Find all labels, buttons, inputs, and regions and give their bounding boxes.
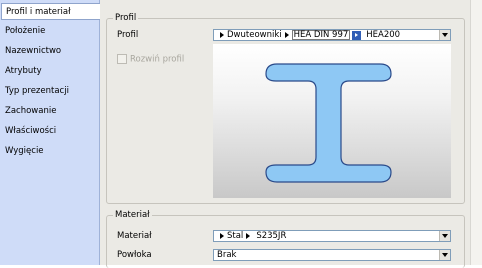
vertical-scrollbar[interactable]: [470, 0, 482, 265]
sidebar-item-label: Nazewnictwo: [5, 46, 62, 56]
sidebar-item-atrybuty[interactable]: Atrybuty: [1, 63, 98, 80]
chevron-right-icon: [246, 233, 251, 239]
checkbox-icon[interactable]: [117, 54, 127, 64]
expand-profile-checkbox[interactable]: Rozwiń profil: [117, 54, 184, 65]
i-beam-icon: [265, 63, 392, 183]
profil-group-legend: Profil: [113, 13, 139, 23]
profil-select[interactable]: Dwuteowniki HEA DIN 997 HEA200: [213, 29, 451, 41]
sidebar-item-label: Atrybuty: [5, 66, 42, 76]
material-crumb-category[interactable]: Stal: [227, 231, 243, 241]
chevron-right-selected-icon[interactable]: [352, 30, 362, 40]
profil-crumb-family[interactable]: HEA DIN 997: [291, 30, 351, 40]
properties-panel: Profil Profil Dwuteowniki HEA DIN 997 HEA2…: [100, 0, 470, 268]
profile-preview: [213, 44, 451, 198]
sidebar: Profil i materiał Położenie Nazewnictwo …: [0, 0, 100, 265]
material-group-legend: Materiał: [113, 210, 152, 220]
sidebar-item-zachowanie[interactable]: Zachowanie: [1, 103, 98, 120]
profil-breadcrumb: Dwuteowniki HEA DIN 997 HEA200: [217, 30, 400, 41]
sidebar-item-label: Zachowanie: [5, 106, 57, 116]
sidebar-item-label: Położenie: [5, 26, 46, 36]
dropdown-arrow-icon[interactable]: [439, 231, 450, 241]
chevron-right-icon: [284, 32, 289, 38]
sidebar-item-polozenie[interactable]: Położenie: [1, 23, 98, 40]
dropdown-arrow-icon[interactable]: [439, 30, 450, 40]
sidebar-item-wygiecie[interactable]: Wygięcie: [1, 143, 98, 160]
sidebar-item-label: Właściwości: [5, 126, 57, 136]
sidebar-item-profil-i-material[interactable]: Profil i materiał: [1, 3, 100, 20]
chevron-right-icon: [220, 32, 224, 38]
expand-profile-label: Rozwiń profil: [130, 54, 185, 65]
sidebar-item-label: Profil i materiał: [6, 7, 71, 17]
profil-label: Profil: [117, 30, 139, 40]
sidebar-item-label: Typ prezentacji: [5, 86, 69, 96]
coating-value: Brak: [217, 250, 237, 260]
material-select[interactable]: Stal S235JR: [213, 230, 451, 242]
coating-select[interactable]: Brak: [213, 249, 451, 261]
coating-label: Powłoka: [117, 250, 152, 260]
sidebar-item-typ-prezentacji[interactable]: Typ prezentacji: [1, 83, 98, 100]
material-crumb-grade[interactable]: S235JR: [256, 231, 286, 241]
sidebar-item-wlasciwosci[interactable]: Właściwości: [1, 123, 98, 140]
sidebar-item-label: Wygięcie: [5, 146, 44, 156]
material-breadcrumb: Stal S235JR: [217, 231, 286, 242]
chevron-right-icon: [220, 233, 224, 239]
material-label: Materiał: [117, 231, 152, 241]
profil-crumb-category[interactable]: Dwuteowniki: [227, 30, 282, 40]
dropdown-arrow-icon[interactable]: [439, 250, 450, 260]
profil-crumb-size[interactable]: HEA200: [366, 30, 400, 40]
sidebar-item-nazewnictwo[interactable]: Nazewnictwo: [1, 43, 98, 60]
